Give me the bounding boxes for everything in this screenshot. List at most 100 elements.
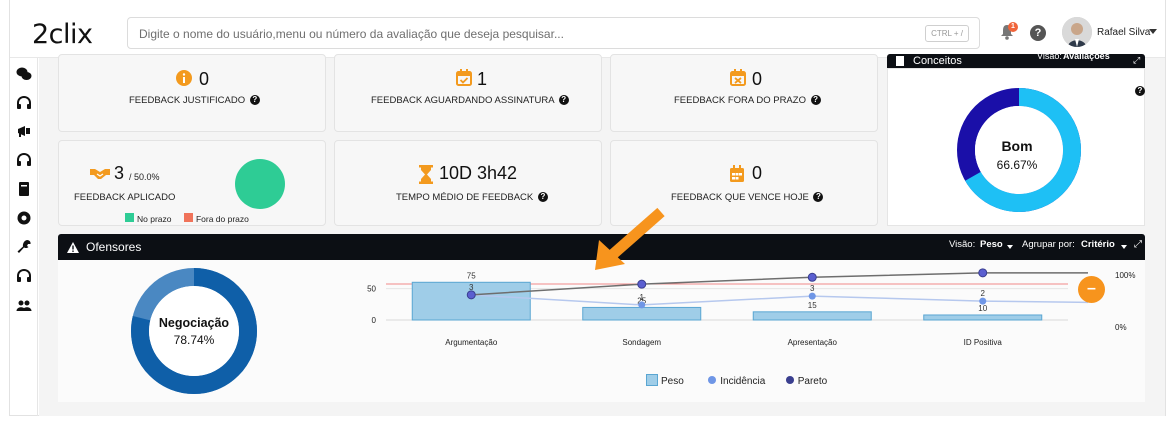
expand-icon[interactable]: ⤢ xyxy=(1134,239,1142,250)
pareto-point[interactable] xyxy=(978,268,988,278)
card-feedback-aguardando[interactable]: 1 FEEDBACK AGUARDANDO ASSINATURA ? xyxy=(334,54,602,132)
card-feedback-justificado[interactable]: 0 FEEDBACK JUSTIFICADO ? xyxy=(58,54,326,132)
settings-icon[interactable] xyxy=(16,210,32,226)
incidence-data-label: 1 xyxy=(640,293,645,302)
x-tick-label: ID Positiva xyxy=(964,338,1003,347)
donut-center-label: Negociação xyxy=(158,316,230,330)
help-icon[interactable]: ? xyxy=(813,192,824,203)
legend-swatch-peso xyxy=(646,373,658,386)
donut-center-label: Bom xyxy=(1001,138,1033,154)
main-content: 0 FEEDBACK JUSTIFICADO ? 1 FEEDBACK AGUA… xyxy=(39,51,1165,416)
x-tick-label: Argumentação xyxy=(445,338,498,347)
avatar[interactable] xyxy=(1062,17,1092,47)
search-shortcut-badge: CTRL + / xyxy=(925,25,969,42)
bar-data-label: 10 xyxy=(978,304,987,313)
sidebar xyxy=(10,58,38,416)
incidence-point[interactable] xyxy=(638,301,646,309)
hourglass-icon xyxy=(419,165,433,184)
donut-center-value: 66.67% xyxy=(996,158,1038,172)
incidence-point[interactable] xyxy=(979,297,987,305)
card-value: 0 xyxy=(752,69,763,89)
pareto-point[interactable] xyxy=(466,290,476,300)
bar-data-label: 75 xyxy=(467,271,476,280)
headset-icon[interactable] xyxy=(16,95,32,111)
legend-pareto[interactable]: Pareto xyxy=(798,376,827,387)
card-label: FEEDBACK FORA DO PRAZO ? xyxy=(674,95,821,106)
help-icon[interactable]: ? xyxy=(1135,86,1145,96)
legend-swatch-pareto xyxy=(785,376,794,384)
chat-icon[interactable] xyxy=(16,66,32,82)
ofensores-agrupar-label: Agrupar por: xyxy=(1022,239,1075,250)
card-label: FEEDBACK APLICADO xyxy=(74,192,176,203)
pareto-point[interactable] xyxy=(807,272,817,282)
card-feedback-fora-prazo[interactable]: 0 FEEDBACK FORA DO PRAZO ? xyxy=(610,54,878,132)
ofensores-panel: Negociação 78.74% 0 50 0% 100% 75 25 15 10 Argum… xyxy=(58,260,1145,402)
y-tick-label: 0 xyxy=(372,316,377,325)
user-name[interactable]: Rafael Silva xyxy=(1097,27,1150,38)
wrench-icon[interactable] xyxy=(16,239,32,255)
chevron-down-icon[interactable] xyxy=(1149,29,1157,34)
incidence-data-label: 3 xyxy=(810,284,815,293)
calendar-check-icon xyxy=(456,69,472,86)
card-value: 0 xyxy=(199,69,210,89)
donut-center-value: 78.74% xyxy=(173,333,215,347)
warning-icon xyxy=(67,242,79,253)
megaphone-icon[interactable] xyxy=(16,123,32,139)
help-icon[interactable]: ? xyxy=(1030,25,1046,41)
legend-swatch xyxy=(125,213,134,223)
pareto-point[interactable] xyxy=(637,279,647,289)
legend-swatch xyxy=(183,213,193,223)
users-icon[interactable] xyxy=(16,298,32,314)
pie-legend: No prazo Fora do prazo xyxy=(125,209,249,227)
headset-icon[interactable] xyxy=(16,268,32,284)
card-value: 10D 3h42 xyxy=(439,163,518,183)
incidence-point[interactable] xyxy=(808,292,816,300)
ofensores-donut-chart[interactable] xyxy=(130,267,258,395)
card-value: 3 xyxy=(114,163,125,183)
card-label: FEEDBACK QUE VENCE HOJE ? xyxy=(671,192,824,203)
incidence-line xyxy=(471,294,1089,306)
notification-badge: 1 xyxy=(1008,22,1018,32)
headset-icon[interactable] xyxy=(16,152,32,168)
book-icon[interactable] xyxy=(16,181,32,197)
ofensores-visao-label: Visão: xyxy=(949,239,976,250)
y-tick-label: 50 xyxy=(367,285,376,294)
legend-late[interactable]: Fora do prazo xyxy=(196,214,249,224)
ofensores-title: Ofensores xyxy=(86,240,142,254)
help-icon[interactable]: ? xyxy=(558,95,569,106)
handshake-icon xyxy=(90,169,110,179)
card-value: 1 xyxy=(477,69,488,89)
search-input[interactable]: Digite o nome do usuário,menu ou número … xyxy=(127,17,980,49)
bar[interactable] xyxy=(752,311,872,321)
help-icon[interactable]: ? xyxy=(249,95,260,106)
ofensores-agrupar-select[interactable]: Critério xyxy=(1081,239,1115,250)
x-tick-label: Apresentação xyxy=(788,338,838,347)
chart-legend: Peso Incidência Pareto xyxy=(646,371,827,389)
conceitos-visao-select[interactable]: Avaliações xyxy=(1063,51,1110,61)
conceitos-visao-label: Visão: xyxy=(1037,51,1062,61)
feedback-pie-chart[interactable] xyxy=(235,159,285,209)
expand-icon[interactable]: ⤢ xyxy=(1133,55,1140,66)
card-value: 0 xyxy=(752,163,763,183)
app-logo[interactable]: 2clix xyxy=(32,19,93,50)
book-icon xyxy=(896,56,904,66)
bar[interactable] xyxy=(582,306,702,321)
collapse-button[interactable]: – xyxy=(1078,276,1105,303)
legend-incidencia[interactable]: Incidência xyxy=(720,376,765,387)
legend-peso[interactable]: Peso xyxy=(661,376,684,387)
legend-swatch-incidencia xyxy=(708,376,717,384)
legend-on-time[interactable]: No prazo xyxy=(137,214,172,224)
incidence-data-label: 2 xyxy=(981,289,986,298)
card-label: FEEDBACK JUSTIFICADO ? xyxy=(129,95,260,106)
help-icon[interactable]: ? xyxy=(537,192,548,203)
card-tempo-medio[interactable]: 10D 3h42 TEMPO MÉDIO DE FEEDBACK ? xyxy=(334,140,602,226)
chevron-down-icon[interactable] xyxy=(1007,245,1013,249)
chevron-down-icon[interactable] xyxy=(1121,245,1127,249)
help-icon[interactable]: ? xyxy=(810,95,821,106)
ofensores-visao-select[interactable]: Peso xyxy=(980,239,1003,250)
y2-tick-label: 0% xyxy=(1115,323,1127,332)
bar[interactable] xyxy=(923,314,1043,321)
card-feedback-aplicado[interactable]: 3 / 50.0% FEEDBACK APLICADO No prazo For… xyxy=(58,140,326,226)
calendar-icon xyxy=(730,165,744,182)
card-label: TEMPO MÉDIO DE FEEDBACK ? xyxy=(396,192,548,203)
